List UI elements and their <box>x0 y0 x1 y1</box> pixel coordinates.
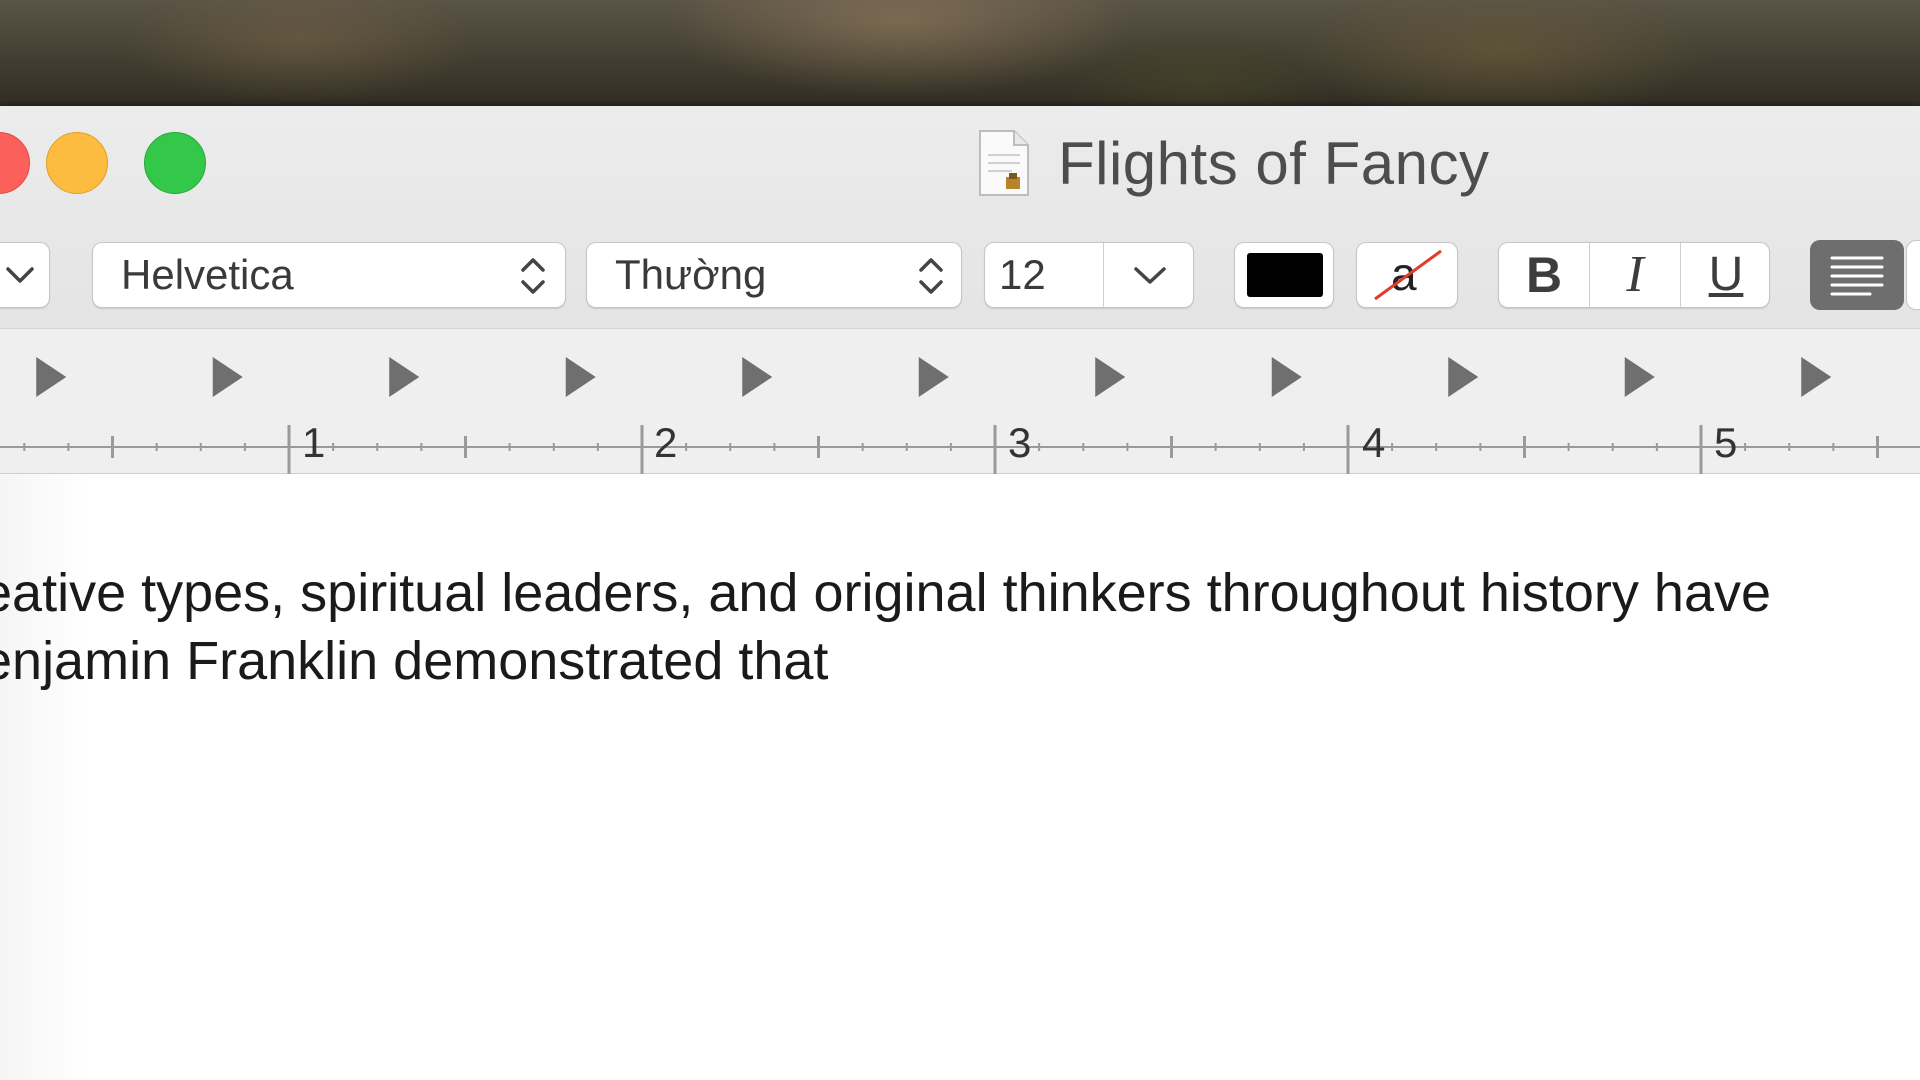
typeface-popup[interactable]: Thường <box>586 242 962 308</box>
ruler-number: 5 <box>1714 419 1738 466</box>
tab-stop-marker[interactable] <box>212 357 243 397</box>
chevron-down-icon[interactable] <box>1133 263 1167 287</box>
up-down-chevron-icon <box>917 255 945 297</box>
chevron-down-icon <box>5 263 35 287</box>
tab-stop-marker[interactable] <box>1801 357 1832 397</box>
font-family-popup[interactable]: Helvetica <box>92 242 566 308</box>
minimize-button[interactable] <box>46 132 108 194</box>
ruler[interactable]: 1 2 3 4 5 <box>0 328 1920 475</box>
tab-stop-marker[interactable] <box>742 357 773 397</box>
font-size-value[interactable]: 12 <box>999 243 1046 307</box>
align-left-icon <box>1830 256 1884 296</box>
bold-button[interactable]: B <box>1499 243 1589 307</box>
tab-stop-marker[interactable] <box>36 357 67 397</box>
tab-stop-marker[interactable] <box>1624 357 1655 397</box>
ruler-number: 4 <box>1362 419 1386 466</box>
align-left-button[interactable] <box>1810 240 1904 310</box>
tab-stop-marker[interactable] <box>565 357 596 397</box>
highlight-color-well[interactable]: a <box>1356 242 1458 308</box>
tab-stop-marker[interactable] <box>1095 357 1126 397</box>
up-down-chevron-icon <box>519 255 547 297</box>
window-title-group: Flights of Fancy <box>976 128 1490 198</box>
ruler-ticks <box>0 357 1920 475</box>
close-button[interactable] <box>0 132 30 194</box>
tab-stop-marker[interactable] <box>389 357 420 397</box>
ruler-number: 3 <box>1008 419 1032 466</box>
font-family-value: Helvetica <box>121 251 294 298</box>
document-text-line[interactable]: enjamin Franklin demonstrated that <box>0 630 828 692</box>
no-color-slash-icon <box>1374 249 1442 301</box>
tab-stop-marker[interactable] <box>1448 357 1479 397</box>
italic-button[interactable]: I <box>1590 243 1680 307</box>
align-center-button[interactable] <box>1906 240 1920 310</box>
document-icon[interactable] <box>976 129 1032 197</box>
ruler-number: 2 <box>654 419 678 466</box>
title-bar: Flights of Fancy Helvetica Thường 12 a B… <box>0 106 1920 328</box>
zoom-button[interactable] <box>144 132 206 194</box>
tab-stop-marker[interactable] <box>1271 357 1302 397</box>
divider <box>1103 243 1104 307</box>
ruler-number: 1 <box>302 419 326 466</box>
paragraph-style-popup[interactable] <box>0 242 50 308</box>
font-size-combo[interactable]: 12 <box>984 242 1194 308</box>
text-color-well[interactable] <box>1234 242 1334 308</box>
desktop-wallpaper <box>0 0 1920 110</box>
underline-button[interactable]: U <box>1681 243 1771 307</box>
typeface-value: Thường <box>615 251 767 298</box>
textedit-window: Flights of Fancy Helvetica Thường 12 a B… <box>0 106 1920 1080</box>
text-style-segmented-control: B I U <box>1498 242 1770 308</box>
text-color-swatch <box>1247 253 1323 297</box>
document-body[interactable]: eative types, spiritual leaders, and ori… <box>0 474 1920 1080</box>
window-title: Flights of Fancy <box>1058 129 1490 197</box>
document-text-line[interactable]: eative types, spiritual leaders, and ori… <box>0 562 1771 624</box>
tab-stop-marker[interactable] <box>918 357 949 397</box>
